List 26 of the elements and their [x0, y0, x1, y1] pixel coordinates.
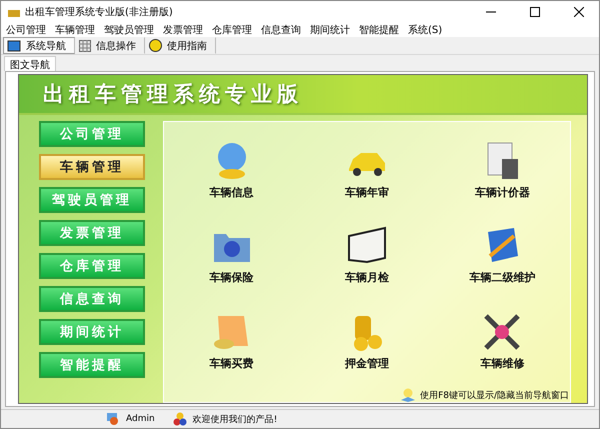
- module-button[interactable]: 车辆买费: [164, 310, 300, 396]
- module-button[interactable]: 车辆保险: [164, 225, 300, 311]
- toolbar-button[interactable]: 使用指南: [145, 37, 216, 54]
- toolbar-button[interactable]: 信息操作: [75, 37, 145, 54]
- toolbar-button[interactable]: 系统导航: [3, 37, 75, 54]
- banner-title: 出租车管理系统专业版: [43, 81, 303, 108]
- menu-item[interactable]: 车辆管理: [52, 23, 101, 37]
- menu-item[interactable]: 公司管理: [3, 23, 52, 37]
- module-button[interactable]: 车辆年审: [299, 140, 435, 226]
- menu-item[interactable]: 智能提醒: [356, 23, 405, 37]
- tab[interactable]: 图文导航: [4, 56, 56, 71]
- module-button[interactable]: 车辆计价器: [434, 140, 570, 226]
- menu-item[interactable]: 仓库管理: [209, 23, 258, 37]
- module-button[interactable]: 车辆信息: [164, 140, 300, 226]
- nav-button[interactable]: 车辆管理: [39, 154, 145, 180]
- module-button[interactable]: 车辆月检: [299, 225, 435, 311]
- hint-text: 使用F8键可以显示/隐藏当前导航窗口: [420, 390, 569, 402]
- menu-item[interactable]: 期间统计: [307, 23, 356, 37]
- window-title: 出租车管理系统专业版(非注册版): [25, 6, 174, 19]
- menu-item[interactable]: 系统(S): [405, 23, 448, 37]
- user-name: Admin: [126, 414, 156, 424]
- status-message: 欢迎使用我们的产品!: [192, 414, 278, 426]
- menu-item[interactable]: 发票管理: [160, 23, 209, 37]
- module-button[interactable]: 车辆二级维护: [434, 225, 570, 311]
- menu-item[interactable]: 驾驶员管理: [101, 23, 160, 37]
- menu-item[interactable]: 信息查询: [258, 23, 307, 37]
